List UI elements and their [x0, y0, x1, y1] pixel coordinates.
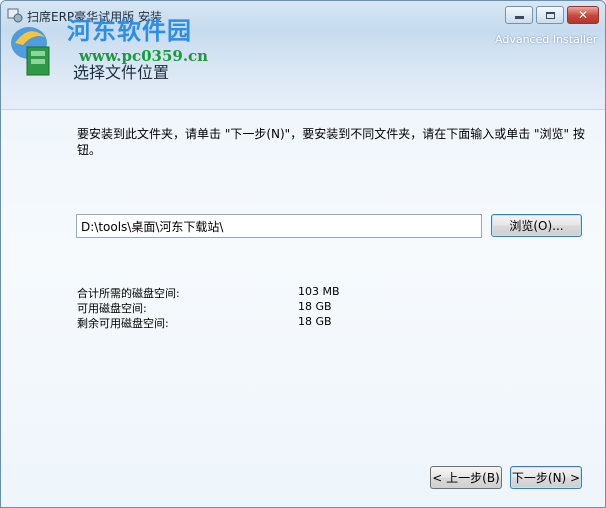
- browse-button[interactable]: 浏览(O)...: [491, 214, 582, 237]
- close-icon: ✕: [577, 8, 589, 22]
- watermark-name: 河东软件园: [67, 17, 192, 45]
- available-space-value: 18 GB: [298, 300, 332, 313]
- maximize-button[interactable]: [536, 6, 564, 24]
- installer-window: 扫席ERP豪华试用版 安装 ✕ Advanced Installer 选择文件位…: [0, 0, 606, 508]
- minimize-icon: [514, 16, 524, 19]
- next-button[interactable]: 下一步(N) >: [510, 466, 582, 489]
- app-icon: [7, 8, 23, 23]
- required-space-value: 103 MB: [298, 285, 340, 298]
- install-path-input[interactable]: [76, 214, 482, 238]
- brand-label: Advanced Installer: [495, 33, 598, 46]
- close-button[interactable]: ✕: [567, 6, 599, 24]
- remaining-space-value: 18 GB: [298, 315, 332, 328]
- required-space-label: 合计所需的磁盘空间:: [77, 287, 180, 300]
- watermark-url: www.pc0359.cn: [79, 47, 209, 65]
- remaining-space-label: 剩余可用磁盘空间:: [77, 317, 169, 330]
- maximize-icon: [545, 11, 555, 19]
- minimize-button[interactable]: [505, 6, 533, 24]
- instruction-text: 要安装到此文件夹，请单击 "下一步(N)"，要安装到不同文件夹，请在下面输入或单…: [77, 127, 585, 157]
- available-space-label: 可用磁盘空间:: [77, 302, 147, 315]
- back-button[interactable]: < 上一步(B): [430, 466, 502, 489]
- installer-logo-icon: [11, 27, 50, 76]
